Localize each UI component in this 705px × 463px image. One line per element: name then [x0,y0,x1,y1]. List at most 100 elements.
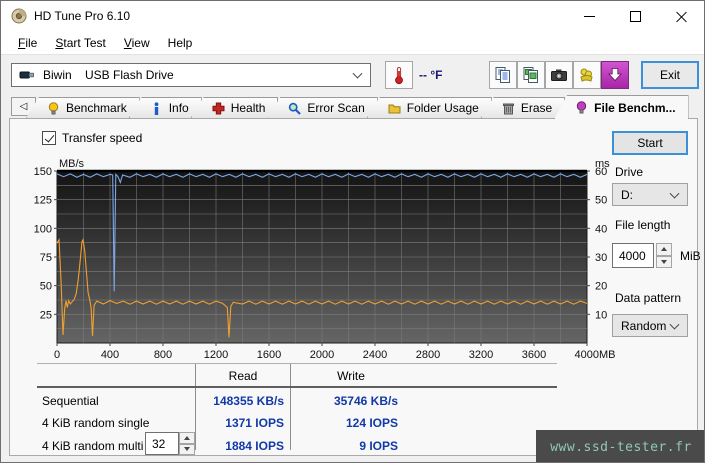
svg-text:30: 30 [595,252,607,264]
random-single-read-value: 1371 IOPS [225,416,284,430]
data-pattern-label: Data pattern [615,291,682,305]
random-single-write-value: 124 IOPS [345,416,398,430]
file-length-input[interactable] [612,243,654,268]
hand-coins-icon [580,68,593,82]
start-button[interactable]: Start [612,131,688,155]
minimize-button[interactable] [566,1,612,31]
copy-image-button[interactable] [517,61,545,89]
download-arrow-icon [608,68,622,82]
tab-label: Erase [520,101,553,115]
tab-health[interactable]: Health [190,97,279,118]
random-multi-read-value: 1884 IOPS [225,439,284,453]
save-results-button[interactable] [601,61,629,89]
drive-select[interactable]: D: [612,183,688,206]
svg-text:2800: 2800 [416,349,440,361]
sequential-read-value: 148355 KB/s [213,394,284,408]
file-length-step-down[interactable] [656,255,672,268]
sequential-write-value: 35746 KB/s [333,394,398,408]
tab-folder-usage[interactable]: Folder Usage [366,97,492,118]
checkbox-checked-icon [42,131,56,145]
svg-text:1600: 1600 [257,349,281,361]
triangle-down-icon [661,259,667,264]
svg-text:75: 75 [40,252,52,264]
camera-icon [551,69,567,81]
drive-select-value: D: [621,187,633,202]
magnifier-icon [289,102,302,115]
svg-text:150: 150 [34,166,52,178]
menu-item-file[interactable]: File [9,33,46,53]
tab-label: Folder Usage [406,101,479,115]
tab-bar: ◁ Benchmark Info Health Error Scan Folde… [1,95,704,119]
tab-label: Health [230,101,266,115]
tab-benchmark[interactable]: Benchmark [26,97,140,118]
row-random-multi-label: 4 KiB random multi [42,439,144,453]
file-length-stepper [656,243,672,268]
svg-text:1200: 1200 [204,349,228,361]
svg-text:0: 0 [54,349,60,361]
copy-text-button[interactable] [489,61,517,89]
svg-text:3600: 3600 [522,349,546,361]
close-icon [676,11,687,22]
svg-text:400: 400 [101,349,119,361]
row-random-single-label: 4 KiB random single [42,416,150,430]
svg-text:3200: 3200 [469,349,493,361]
temperature-readout: -- °F [419,68,443,82]
donate-button[interactable] [573,61,601,89]
maximize-button[interactable] [612,1,658,31]
tab-scroll-left-icon: ◁ [19,101,28,112]
copy-text-icon [495,67,510,83]
svg-text:10: 10 [595,309,607,321]
tab-label: Error Scan [307,101,365,115]
chevron-down-icon [669,188,680,199]
health-cross-icon [212,102,225,114]
file-benchmark-panel: Transfer speed 25 50 75 100 125 150 MB/s 10 20 30… [9,118,701,456]
minimize-icon [583,15,595,17]
data-pattern-select[interactable]: Random [612,314,688,337]
svg-text:2000: 2000 [310,349,334,361]
random-multi-write-value: 9 IOPS [359,439,398,453]
menu-item-help[interactable]: Help [159,33,202,53]
tab-label: Benchmark [66,101,127,115]
triangle-up-icon [661,247,667,252]
svg-text:100: 100 [34,223,52,235]
tab-erase[interactable]: Erase [480,97,566,118]
drive-combobox[interactable]: Biwin USB Flash Drive [11,63,371,87]
tab-error-scan[interactable]: Error Scan [267,97,378,118]
write-column-header: Write [337,369,365,383]
tab-label: Info [168,101,189,115]
svg-text:50: 50 [595,195,607,207]
watermark: www.ssd-tester.fr [536,430,704,462]
close-button[interactable] [658,1,704,31]
svg-text:125: 125 [34,195,52,207]
trash-icon [502,103,514,114]
file-length-unit: MiB [680,249,701,263]
app-window: HD Tune Pro 6.10 File Start Test View He… [0,0,705,463]
row-sequential-label: Sequential [42,394,99,408]
menu-item-start-test[interactable]: Start Test [46,33,114,53]
app-icon [11,8,27,24]
file-length-step-up[interactable] [656,243,672,256]
screenshot-button[interactable] [545,61,573,89]
menu-item-view[interactable]: View [115,33,159,53]
watermark-text: www.ssd-tester.fr [550,439,692,455]
temperature-button[interactable] [385,61,413,89]
svg-text:20: 20 [595,281,607,293]
exit-button[interactable]: Exit [641,61,699,89]
read-column-header: Read [228,369,258,383]
toolbar: Biwin USB Flash Drive -- °F Exit [1,55,704,95]
window-title: HD Tune Pro 6.10 [34,9,131,23]
tabs: Benchmark Info Health Error Scan Folder … [26,95,689,119]
menu-bar: File Start Test View Help [1,31,704,55]
transfer-speed-checkbox[interactable]: Transfer speed [42,131,142,145]
file-length-label: File length [615,218,671,232]
svg-text:25: 25 [40,309,52,321]
usb-drive-icon [19,71,34,79]
tab-file-benchmark[interactable]: File Benchm... [554,95,689,119]
svg-text:800: 800 [154,349,172,361]
svg-text:50: 50 [40,281,52,293]
queue-depth-input[interactable] [145,432,179,455]
svg-text:40: 40 [595,223,607,235]
thermometer-icon [395,66,403,84]
maximize-icon [629,10,641,22]
drive-combobox-value: Biwin USB Flash Drive [43,68,174,82]
